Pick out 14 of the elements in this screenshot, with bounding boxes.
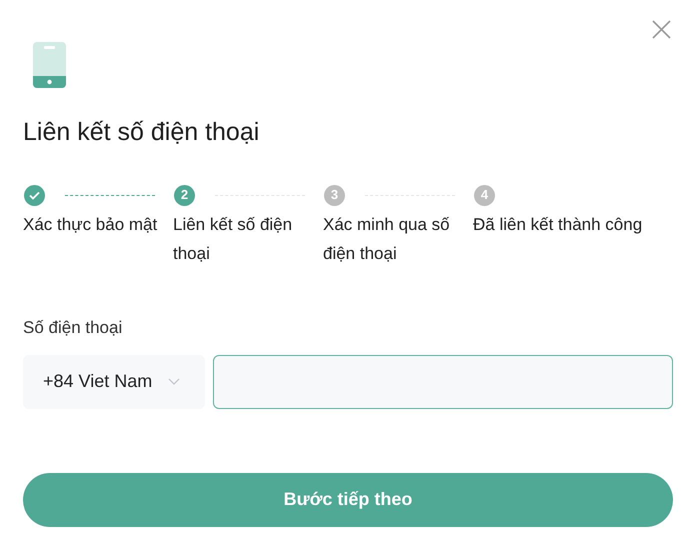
phone-input[interactable] <box>213 354 673 408</box>
step-number: 3 <box>324 184 345 206</box>
step-number: 2 <box>174 184 195 206</box>
country-select[interactable]: +84 Viet Nam <box>23 354 205 408</box>
phone-icon <box>33 42 66 88</box>
step-label: Liên kết số điện thoại <box>173 214 294 265</box>
step-label: Xác minh qua số điện thoại <box>323 214 451 265</box>
close-icon[interactable] <box>652 20 671 39</box>
step-number: 4 <box>474 184 495 206</box>
chevron-down-icon <box>168 378 180 385</box>
step-label: Xác thực bảo mật <box>23 214 158 236</box>
step-label: Đã liên kết thành công <box>473 214 644 236</box>
field-label: Số điện thoại <box>23 317 124 339</box>
dialog-title: Liên kết số điện thoại <box>23 117 260 148</box>
